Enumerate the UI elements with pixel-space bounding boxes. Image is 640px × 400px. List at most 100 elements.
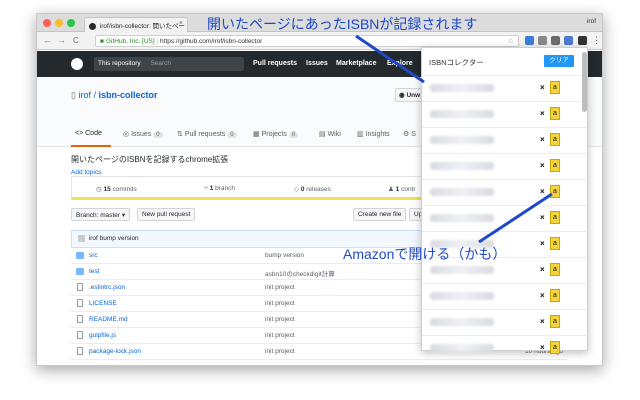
isbn-value-redacted bbox=[430, 136, 494, 144]
github-favicon-icon bbox=[89, 22, 96, 30]
extension-icon-2[interactable] bbox=[538, 36, 547, 45]
isbn-row: × a bbox=[422, 309, 587, 335]
isbn-row: × a bbox=[422, 75, 587, 101]
open-amazon-button[interactable]: a bbox=[550, 185, 560, 198]
search-placeholder: Search bbox=[150, 60, 172, 67]
delete-isbn-button[interactable]: × bbox=[540, 161, 545, 170]
open-amazon-button[interactable]: a bbox=[550, 81, 560, 94]
tab-code[interactable]: <> Code bbox=[75, 130, 102, 137]
new-pull-request-button[interactable]: New pull request bbox=[137, 208, 196, 221]
open-amazon-button[interactable]: a bbox=[550, 133, 560, 146]
create-new-file-button[interactable]: Create new file bbox=[353, 208, 407, 221]
commit-message[interactable]: bump version bbox=[100, 235, 139, 242]
delete-isbn-button[interactable]: × bbox=[540, 83, 545, 92]
browser-tab[interactable]: irof/isbn-collector: 開いたペー × bbox=[84, 17, 188, 32]
delete-isbn-button[interactable]: × bbox=[540, 109, 545, 118]
file-name[interactable]: test bbox=[89, 268, 99, 275]
open-amazon-button[interactable]: a bbox=[550, 263, 560, 276]
back-icon[interactable]: ← bbox=[43, 35, 52, 45]
file-commit-message[interactable]: init project bbox=[265, 300, 295, 307]
tab-projects[interactable]: ▦ Projects 0 bbox=[253, 130, 299, 138]
file-name[interactable]: gulpfile.js bbox=[89, 332, 116, 339]
file-name[interactable]: .eslintrc.json bbox=[89, 284, 125, 291]
open-amazon-button[interactable]: a bbox=[550, 211, 560, 224]
nav-issues[interactable]: Issues bbox=[306, 60, 328, 67]
search-scope-label: This repository bbox=[98, 60, 141, 67]
maximize-window-button[interactable] bbox=[67, 19, 75, 27]
extension-icon-1[interactable] bbox=[525, 36, 534, 45]
delete-isbn-button[interactable]: × bbox=[540, 317, 545, 326]
file-commit-message[interactable]: init project bbox=[265, 316, 295, 323]
forward-icon[interactable]: → bbox=[57, 35, 66, 45]
close-window-button[interactable] bbox=[43, 19, 51, 27]
branch-count: 1 bbox=[209, 185, 214, 192]
delete-isbn-button[interactable]: × bbox=[540, 135, 545, 144]
open-amazon-button[interactable]: a bbox=[550, 289, 560, 302]
delete-isbn-button[interactable]: × bbox=[540, 239, 545, 248]
profile-name[interactable]: irof bbox=[587, 18, 596, 25]
tab-pull-requests[interactable]: ⇅ Pull requests 0 bbox=[177, 130, 237, 138]
file-name[interactable]: README.md bbox=[89, 316, 128, 323]
commit-author[interactable]: irof bbox=[89, 235, 98, 242]
chrome-menu-icon[interactable]: ⋮ bbox=[592, 36, 601, 45]
github-logo-icon[interactable] bbox=[71, 58, 83, 70]
nav-marketplace[interactable]: Marketplace bbox=[336, 60, 376, 67]
extension-icon-4[interactable] bbox=[564, 36, 573, 45]
repo-owner-link[interactable]: irof bbox=[78, 90, 91, 100]
tab-insights[interactable]: ▥ Insights bbox=[357, 130, 390, 138]
open-amazon-button[interactable]: a bbox=[550, 315, 560, 328]
tab-wiki[interactable]: ▤ Wiki bbox=[319, 130, 341, 138]
delete-isbn-button[interactable]: × bbox=[540, 187, 545, 196]
file-commit-message[interactable]: init project bbox=[265, 332, 295, 339]
commits-stat[interactable]: ◷ 15 commits bbox=[96, 185, 137, 193]
isbn-collector-extension-icon[interactable] bbox=[578, 36, 587, 45]
popup-scrollbar[interactable] bbox=[582, 52, 587, 112]
delete-isbn-button[interactable]: × bbox=[540, 265, 545, 274]
tab-settings[interactable]: ⚙ S bbox=[403, 130, 416, 138]
delete-isbn-button[interactable]: × bbox=[540, 343, 545, 352]
bookmark-star-icon[interactable]: ☆ bbox=[508, 37, 514, 45]
releases-count: 0 bbox=[300, 186, 305, 193]
branch-select-button[interactable]: Branch: master ▾ bbox=[71, 208, 131, 221]
file-name[interactable]: LICENSE bbox=[89, 300, 117, 307]
file-commit-message[interactable]: init project bbox=[265, 284, 295, 291]
file-icon bbox=[77, 299, 83, 307]
insights-icon: ▥ bbox=[357, 131, 366, 138]
tab-insights-label: Insights bbox=[365, 131, 390, 138]
branch-stat[interactable]: ⑂ 1 branch bbox=[204, 185, 235, 192]
isbn-row: × a bbox=[422, 153, 587, 179]
minimize-window-button[interactable] bbox=[55, 19, 63, 27]
file-name[interactable]: package-lock.json bbox=[89, 348, 141, 355]
github-search-input[interactable]: This repository Search bbox=[94, 57, 244, 71]
file-name[interactable]: src bbox=[89, 252, 98, 259]
tab-close-icon[interactable]: × bbox=[179, 20, 183, 27]
isbn-value-redacted bbox=[430, 318, 494, 326]
tab-issues[interactable]: ◎ Issues 0 bbox=[123, 130, 163, 138]
tag-icon: ◇ bbox=[294, 186, 301, 193]
reload-icon[interactable]: C bbox=[73, 36, 79, 45]
isbn-row: × a bbox=[422, 179, 587, 205]
open-amazon-button[interactable]: a bbox=[550, 107, 560, 120]
open-amazon-button[interactable]: a bbox=[550, 159, 560, 172]
clear-button[interactable]: クリア bbox=[544, 55, 574, 67]
repo-name-link[interactable]: isbn-collector bbox=[99, 90, 158, 100]
file-commit-message[interactable]: asbn10のcheckdigit計算 bbox=[265, 268, 335, 278]
open-amazon-button[interactable]: a bbox=[550, 341, 560, 354]
file-commit-message[interactable]: init project bbox=[265, 348, 295, 355]
delete-isbn-button[interactable]: × bbox=[540, 291, 545, 300]
isbn-row: × a bbox=[422, 283, 587, 309]
nav-explore[interactable]: Explore bbox=[387, 60, 413, 67]
file-commit-message[interactable]: bump version bbox=[265, 252, 304, 259]
add-topics-link[interactable]: Add topics bbox=[71, 169, 101, 176]
address-url: https://github.com/irof/isbn-collector bbox=[160, 38, 263, 45]
file-icon bbox=[77, 283, 83, 291]
open-amazon-button[interactable]: a bbox=[550, 237, 560, 250]
isbn-row: × a bbox=[422, 335, 587, 361]
contributors-stat[interactable]: ♟ 1 contr bbox=[388, 185, 416, 193]
extension-icon-3[interactable] bbox=[551, 36, 560, 45]
releases-stat[interactable]: ◇ 0 releases bbox=[294, 185, 331, 193]
top-annotation-text: 開いたページにあったISBNが記録されます bbox=[207, 16, 478, 32]
nav-pull-requests[interactable]: Pull requests bbox=[253, 60, 297, 67]
address-bar[interactable]: ■ GitHub, Inc. [US] | https://github.com/… bbox=[95, 35, 519, 47]
delete-isbn-button[interactable]: × bbox=[540, 213, 545, 222]
